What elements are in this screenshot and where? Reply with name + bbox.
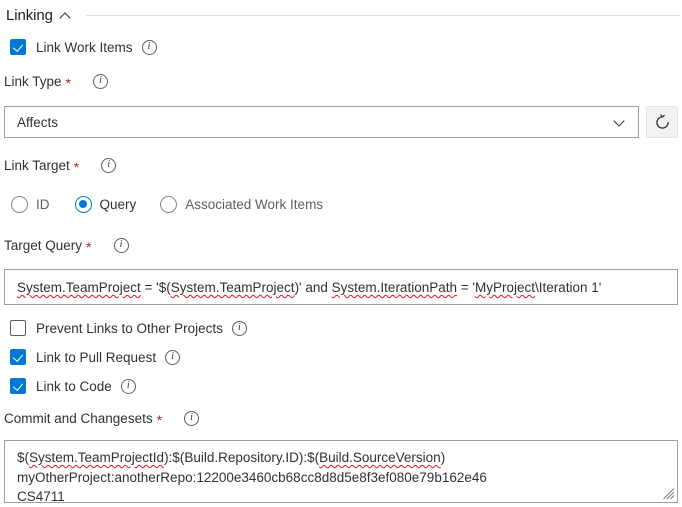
link-type-selected-value: Affects: [17, 114, 59, 130]
commit-token: $(: [17, 450, 30, 465]
query-token: System.TeamProject: [17, 280, 141, 295]
link-type-dropdown[interactable]: Affects: [4, 106, 639, 138]
info-icon[interactable]: i: [141, 39, 157, 55]
query-token: = ': [456, 280, 475, 295]
target-query-label-text: Target Query: [4, 238, 83, 253]
checkbox-box-checked[interactable]: [10, 378, 26, 394]
link-target-radio-group: ID Query Associated Work Items: [11, 196, 323, 213]
link-type-row: Affects: [4, 106, 678, 138]
commit-and-changesets-textarea[interactable]: $(System.TeamProjectId):$(Build.Reposito…: [4, 440, 678, 503]
target-query-input[interactable]: System.TeamProject = '$(System.TeamProje…: [4, 269, 678, 305]
commit-token: System.TeamProjectId: [29, 450, 165, 465]
radio-label: Associated Work Items: [185, 197, 324, 212]
checkbox-label: Link to Pull Request: [36, 349, 157, 365]
required-marker: *: [73, 158, 80, 175]
required-marker: *: [86, 238, 92, 255]
page-title: Linking: [6, 6, 53, 24]
chevron-down-icon[interactable]: [614, 116, 626, 128]
query-token: System.TeamProject: [170, 280, 295, 295]
info-icon[interactable]: i: [101, 158, 117, 173]
info-icon[interactable]: i: [93, 74, 108, 89]
checkbox-label: Link to Code: [36, 378, 112, 394]
link-target-label-text: Link Target: [4, 158, 70, 173]
label-commit-and-changesets: Commit and Changesets * i: [4, 411, 200, 428]
commit-token: Build.SourceVersion: [319, 450, 441, 465]
refresh-button[interactable]: [646, 106, 678, 138]
info-icon[interactable]: i: [184, 411, 200, 426]
query-token: )' and: [294, 280, 332, 295]
textarea-line-2: myOtherProject:anotherRepo:12200e3460cb6…: [17, 469, 487, 485]
radio-option-id[interactable]: ID: [11, 196, 50, 213]
commit-token: ): [440, 450, 446, 465]
radio-circle-selected[interactable]: [74, 196, 92, 213]
checkbox-link-to-pull-request[interactable]: Link to Pull Request i: [10, 349, 181, 365]
radio-label: Query: [99, 197, 137, 212]
radio-circle-unselected[interactable]: [11, 196, 28, 213]
checkbox-label: Link Work Items: [36, 39, 133, 55]
query-token: \Iteration 1': [534, 280, 602, 295]
link-type-label-text: Link Type: [4, 74, 62, 89]
radio-circle-unselected[interactable]: [160, 196, 178, 213]
linking-panel: Linking Link Work Items i Link Type * i …: [0, 0, 682, 507]
radio-option-associated-work-items[interactable]: Associated Work Items: [160, 196, 323, 213]
required-marker: *: [65, 74, 71, 91]
target-query-value: System.TeamProject = '$(System.TeamProje…: [17, 280, 601, 295]
radio-label: ID: [36, 197, 50, 212]
checkbox-link-to-code[interactable]: Link to Code i: [10, 378, 136, 394]
checkbox-box-unchecked[interactable]: [10, 320, 26, 336]
checkbox-label: Prevent Links to Other Projects: [36, 320, 223, 336]
label-link-target: Link Target * i: [4, 158, 117, 175]
textarea-line-1: $(System.TeamProjectId):$(Build.Reposito…: [17, 448, 667, 468]
refresh-icon: [655, 113, 669, 129]
label-target-query: Target Query * i: [4, 238, 129, 255]
query-token: MyProject: [474, 280, 535, 295]
info-icon[interactable]: i: [231, 320, 247, 336]
label-link-type: Link Type * i: [4, 74, 108, 91]
required-marker: *: [156, 411, 163, 428]
chevron-up-icon[interactable]: [60, 10, 71, 21]
checkbox-prevent-links-to-other-projects[interactable]: Prevent Links to Other Projects i: [10, 320, 247, 336]
info-icon[interactable]: i: [113, 238, 129, 253]
checkbox-box-checked[interactable]: [10, 349, 26, 365]
commit-changesets-label-text: Commit and Changesets: [4, 411, 153, 426]
info-icon[interactable]: i: [165, 349, 181, 365]
commit-token: ):$(Build.Repository.ID):$(: [164, 450, 320, 465]
checkbox-box-checked[interactable]: [10, 39, 26, 55]
textarea-line-3: CS4711: [17, 489, 65, 503]
section-header-linking[interactable]: Linking: [0, 0, 682, 24]
radio-option-query[interactable]: Query: [74, 196, 137, 213]
checkbox-link-work-items[interactable]: Link Work Items i: [10, 39, 157, 55]
query-token: = '$(: [140, 280, 171, 295]
info-icon[interactable]: i: [120, 378, 136, 394]
query-token: System.IterationPath: [331, 280, 457, 295]
header-divider: [85, 14, 680, 16]
